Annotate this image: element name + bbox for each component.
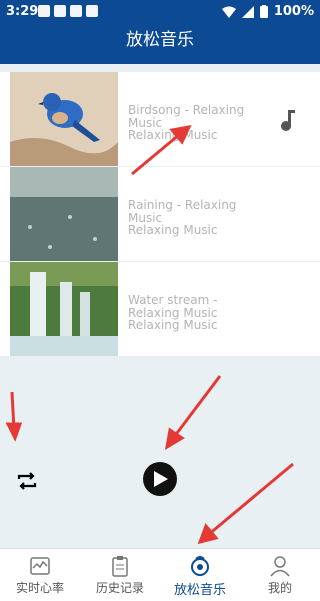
track-list: Birdsong - Relaxing Music Relaxing Music (0, 72, 320, 357)
track-name: Birdsong - Relaxing Music (128, 103, 245, 130)
tag-icon (54, 5, 66, 17)
repeat-icon[interactable] (16, 470, 38, 492)
nav-item-profile[interactable]: 我的 (240, 549, 320, 601)
app-icon (70, 5, 82, 17)
raining-thumbnail (10, 167, 118, 261)
track-name: Water stream - Relaxing Music (128, 293, 218, 320)
track-name: Raining - Relaxing Music (128, 198, 237, 225)
nav-item-heart-rate[interactable]: 实时心率 (0, 549, 80, 601)
player-controls (0, 364, 320, 548)
nav-label-history: 历史记录 (95, 581, 144, 595)
signal-icon (241, 5, 254, 18)
main-content: Birdsong - Relaxing Music Relaxing Music (0, 64, 320, 548)
track-row-birdsong[interactable]: Birdsong - Relaxing Music Relaxing Music (0, 72, 320, 167)
nav-label-relax-music: 放松音乐 (173, 583, 226, 598)
nav-item-history[interactable]: 历史记录 (80, 549, 160, 601)
nav-label-profile: 我的 (267, 581, 292, 595)
battery-percent: 100% (273, 4, 314, 19)
play-button[interactable] (143, 462, 177, 496)
square-icon (86, 5, 98, 17)
wifi-icon (221, 6, 236, 18)
gallery-icon (38, 5, 50, 17)
birdsong-thumbnail (10, 72, 118, 166)
music-note-icon (281, 110, 295, 131)
track-row-raining[interactable]: Raining - Relaxing Music Relaxing Music (0, 167, 320, 262)
track-artist: Relaxing Music (128, 318, 218, 332)
heart-rate-icon (30, 557, 50, 575)
status-time: 3:29 (6, 4, 39, 19)
track-artist: Relaxing Music (128, 223, 218, 237)
status-bar: 3:29 100% (0, 0, 320, 24)
status-right: 100% (221, 4, 314, 19)
clipboard-icon (112, 556, 128, 577)
bottom-navigation: 实时心率 历史记录 放松音乐 我的 (0, 548, 320, 601)
play-icon (154, 471, 168, 487)
profile-icon (270, 556, 290, 577)
battery-icon (259, 5, 268, 18)
music-relax-icon (191, 556, 209, 576)
track-artist: Relaxing Music (128, 128, 218, 142)
page-title: 放松音乐 (126, 30, 194, 50)
nav-item-relax-music[interactable]: 放松音乐 (160, 549, 240, 601)
nav-label-heart-rate: 实时心率 (15, 581, 64, 595)
notification-icons (38, 5, 98, 17)
water-stream-thumbnail (10, 262, 118, 356)
track-row-water-stream[interactable]: Water stream - Relaxing Music Relaxing M… (0, 262, 320, 357)
app-bar: 放松音乐 (0, 24, 320, 64)
